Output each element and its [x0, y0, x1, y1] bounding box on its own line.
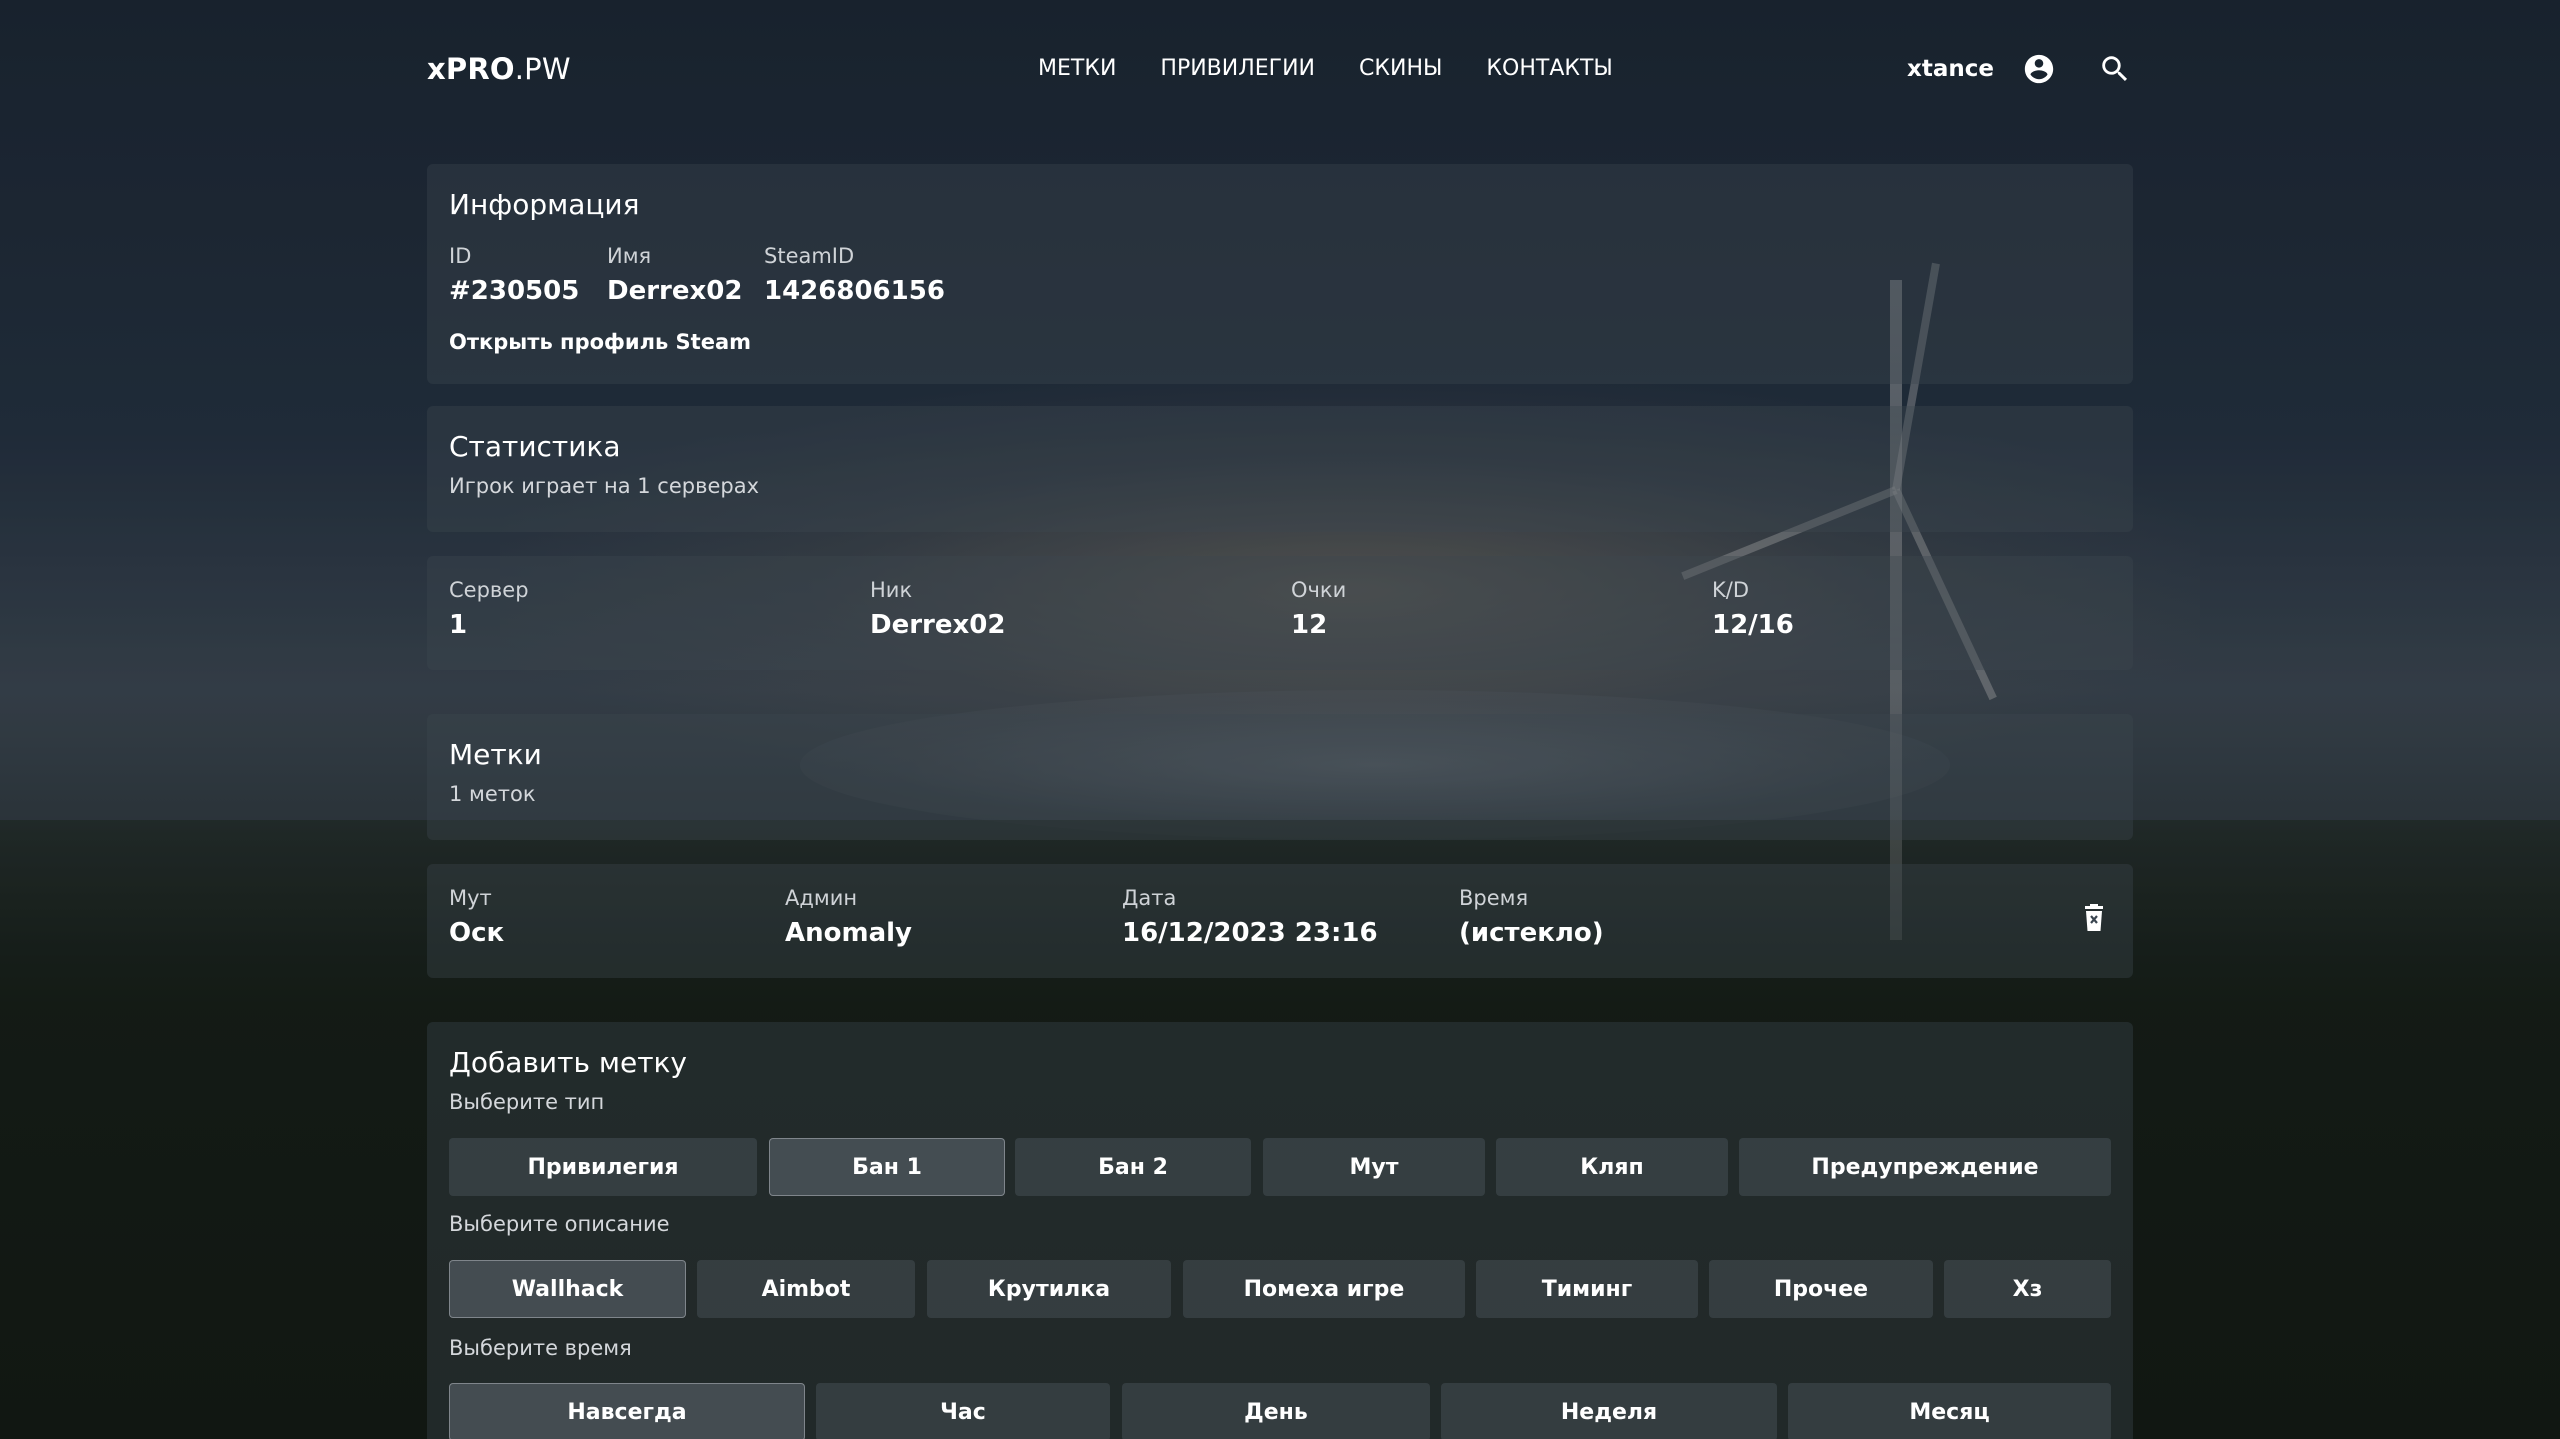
nav-item-privileges[interactable]: ПРИВИЛЕГИИ [1160, 56, 1315, 81]
search-icon[interactable] [2098, 52, 2132, 86]
steamid-value: 1426806156 [764, 276, 945, 306]
time-value: (истекло) [1459, 918, 1604, 948]
time-option-month[interactable]: Месяц [1788, 1383, 2111, 1439]
stats-subtitle: Игрок играет на 1 серверах [449, 474, 760, 498]
time-label: Время [1459, 886, 1529, 910]
type-prompt: Выберите тип [449, 1090, 605, 1114]
mark-type-value: Оск [449, 918, 505, 948]
admin-value: Anomaly [785, 918, 912, 948]
steamid-label: SteamID [764, 244, 855, 268]
kd-value: 12/16 [1712, 610, 1794, 640]
main-nav: МЕТКИ ПРИВИЛЕГИИ СКИНЫ КОНТАКТЫ [1038, 56, 1613, 81]
points-value: 12 [1291, 610, 1328, 640]
name-label: Имя [607, 244, 652, 268]
type-option-ban1[interactable]: Бан 1 [769, 1138, 1005, 1196]
stats-title: Статистика [449, 430, 621, 463]
marks-subtitle: 1 меток [449, 782, 536, 806]
type-option-warning[interactable]: Предупреждение [1739, 1138, 2111, 1196]
nick-value: Derrex02 [870, 610, 1006, 640]
site-logo[interactable]: xPRO.PW [427, 52, 571, 86]
info-title: Информация [449, 188, 640, 221]
points-label: Очки [1291, 578, 1347, 602]
desc-option-teaming[interactable]: Тиминг [1476, 1260, 1698, 1318]
username[interactable]: xtance [1907, 56, 1994, 82]
desc-option-griefing[interactable]: Помеха игре [1183, 1260, 1465, 1318]
account-circle-icon[interactable] [2022, 52, 2056, 86]
desc-option-aimbot[interactable]: Aimbot [697, 1260, 915, 1318]
add-mark-title: Добавить метку [449, 1046, 687, 1079]
type-option-mute[interactable]: Мут [1263, 1138, 1485, 1196]
id-value: #230505 [449, 276, 580, 306]
time-option-hour[interactable]: Час [816, 1383, 1110, 1439]
date-label: Дата [1122, 886, 1177, 910]
date-value: 16/12/2023 23:16 [1122, 918, 1378, 948]
add-mark-card: Добавить метку Выберите тип Привилегия Б… [427, 1022, 2133, 1439]
nav-item-skins[interactable]: СКИНЫ [1359, 56, 1442, 81]
time-option-week[interactable]: Неделя [1441, 1383, 1777, 1439]
description-prompt: Выберите описание [449, 1212, 670, 1236]
info-card: Информация ID #230505 Имя Derrex02 Steam… [427, 164, 2133, 384]
marks-title: Метки [449, 738, 542, 771]
nav-item-marks[interactable]: МЕТКИ [1038, 56, 1116, 81]
desc-option-wallhack[interactable]: Wallhack [449, 1260, 686, 1318]
mark-type-label: Мут [449, 886, 492, 910]
name-value: Derrex02 [607, 276, 743, 306]
desc-option-other[interactable]: Прочее [1709, 1260, 1933, 1318]
time-prompt: Выберите время [449, 1336, 632, 1360]
time-option-forever[interactable]: Навсегда [449, 1383, 805, 1439]
type-option-ban2[interactable]: Бан 2 [1015, 1138, 1251, 1196]
stats-row: Сервер 1 Ник Derrex02 Очки 12 K/D 12/16 [427, 556, 2133, 670]
server-value: 1 [449, 610, 468, 640]
desc-option-unknown[interactable]: Хз [1944, 1260, 2111, 1318]
type-option-gag[interactable]: Кляп [1496, 1138, 1728, 1196]
type-option-privilege[interactable]: Привилегия [449, 1138, 757, 1196]
header: xPRO.PW МЕТКИ ПРИВИЛЕГИИ СКИНЫ КОНТАКТЫ … [0, 0, 2560, 140]
desc-option-spinbot[interactable]: Крутилка [927, 1260, 1171, 1318]
admin-label: Админ [785, 886, 858, 910]
trash-icon[interactable] [2082, 904, 2106, 932]
nick-label: Ник [870, 578, 913, 602]
open-steam-profile-link[interactable]: Открыть профиль Steam [449, 330, 751, 354]
kd-label: K/D [1712, 578, 1750, 602]
server-label: Сервер [449, 578, 529, 602]
marks-card: Метки 1 меток [427, 714, 2133, 840]
mark-row: Мут Оск Админ Anomaly Дата 16/12/2023 23… [427, 864, 2133, 978]
id-label: ID [449, 244, 472, 268]
nav-item-contacts[interactable]: КОНТАКТЫ [1486, 56, 1612, 81]
time-option-day[interactable]: День [1122, 1383, 1430, 1439]
stats-card: Статистика Игрок играет на 1 серверах [427, 406, 2133, 532]
